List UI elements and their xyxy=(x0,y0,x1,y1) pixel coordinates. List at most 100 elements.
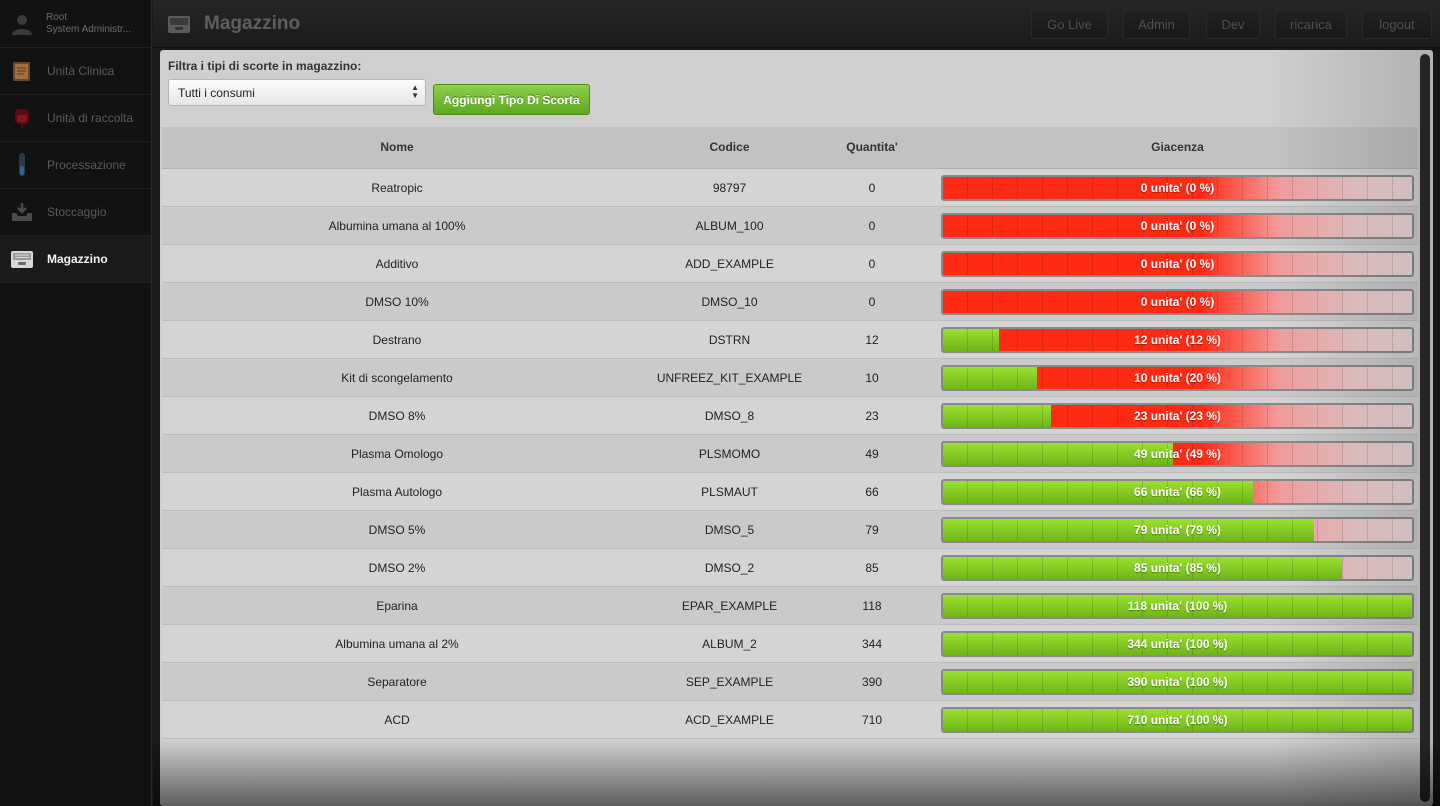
add-stock-type-button[interactable]: Aggiungi Tipo Di Scorta xyxy=(433,84,590,115)
cell-quantita: 85 xyxy=(865,561,879,575)
cell-codice: EPAR_EXAMPLE xyxy=(681,599,778,613)
sidebar-item-stoccaggio[interactable]: Stoccaggio xyxy=(0,189,151,236)
stock-level-bar: 12 unita' (12 %) xyxy=(941,327,1414,353)
filter-label: Filtra i tipi di scorte in magazzino: xyxy=(168,59,362,73)
go-live-button[interactable]: Go Live xyxy=(1031,9,1108,39)
cell-nome: Reatropic xyxy=(371,181,423,195)
select-arrows-icon: ▲ ▼ xyxy=(411,83,419,100)
stock-bar-label: 0 unita' (0 %) xyxy=(1140,295,1215,309)
table-row[interactable]: Albumina umana al 100% ALBUM_100 0 0 unita'… xyxy=(162,207,1418,245)
sidebar-item-unita-clinica[interactable]: Unità Clinica xyxy=(0,48,151,95)
stock-bar-label: 10 unita' (20 %) xyxy=(1134,371,1221,385)
cell-codice: DMSO_8 xyxy=(704,409,755,423)
user-info[interactable]: Root System Administr... xyxy=(0,0,151,48)
admin-button[interactable]: Admin xyxy=(1123,9,1190,39)
table-row[interactable]: Eparina EPAR_EXAMPLE 118 118 unita' (100 %) xyxy=(162,587,1418,625)
table-row[interactable]: Kit di scongelamento UNFREEZ_KIT_EXAMPLE 1… xyxy=(162,359,1418,397)
cell-nome: Separatore xyxy=(367,675,427,689)
stock-level-bar: 85 unita' (85 %) xyxy=(941,555,1414,581)
cell-codice: DMSO_10 xyxy=(701,295,758,309)
stock-level-bar: 66 unita' (66 %) xyxy=(941,479,1414,505)
stock-level-bar: 49 unita' (49 %) xyxy=(941,441,1414,467)
cell-nome: Albumina umana al 100% xyxy=(328,219,466,233)
sidebar-item-label: Magazzino xyxy=(47,252,108,266)
column-header-codice[interactable]: Codice xyxy=(632,140,827,154)
table-row[interactable]: DMSO 10% DMSO_10 0 0 unita' (0 %) xyxy=(162,283,1418,321)
sidebar: Root System Administr... Unità Clinica U… xyxy=(0,0,152,806)
sidebar-item-unita-di-raccolta[interactable]: Unità di raccolta xyxy=(0,95,151,142)
stock-bar-label: 118 unita' (100 %) xyxy=(1127,599,1228,613)
stock-level-bar: 10 unita' (20 %) xyxy=(941,365,1414,391)
cell-codice: ACD_EXAMPLE xyxy=(685,713,774,727)
sidebar-item-label: Unità di raccolta xyxy=(47,111,134,125)
vertical-scrollbar[interactable] xyxy=(1420,54,1430,802)
storage-tray-icon xyxy=(10,199,34,225)
cell-nome: ACD xyxy=(384,713,410,727)
table-row[interactable]: ACD ACD_EXAMPLE 710 710 unita' (100 %) xyxy=(162,701,1418,739)
column-header-quantita[interactable]: Quantita' xyxy=(827,140,917,154)
sidebar-item-label: Unità Clinica xyxy=(47,64,115,78)
dev-button[interactable]: Dev xyxy=(1206,9,1260,39)
cell-quantita: 0 xyxy=(868,219,876,233)
cell-codice: 98797 xyxy=(712,181,747,195)
table-row[interactable]: Destrano DSTRN 12 12 unita' (12 %) xyxy=(162,321,1418,359)
cell-nome: Additivo xyxy=(375,257,419,271)
filter-selected-value: Tutti i consumi xyxy=(178,86,255,100)
cell-quantita: 390 xyxy=(861,675,883,689)
column-header-nome[interactable]: Nome xyxy=(162,140,632,154)
cell-quantita: 710 xyxy=(861,713,883,727)
clinical-folder-icon xyxy=(10,58,34,84)
table-row[interactable]: DMSO 2% DMSO_2 85 85 unita' (85 %) xyxy=(162,549,1418,587)
page-title: Magazzino xyxy=(204,13,301,34)
table-row[interactable]: Plasma Autologo PLSMAUT 66 66 unita' (66 %) xyxy=(162,473,1418,511)
stock-level-bar: 344 unita' (100 %) xyxy=(941,631,1414,657)
main-panel: Filtra i tipi di scorte in magazzino: Tu… xyxy=(160,50,1433,806)
sidebar-item-label: Stoccaggio xyxy=(47,205,107,219)
stock-level-bar: 390 unita' (100 %) xyxy=(941,669,1414,695)
stock-bar-label: 0 unita' (0 %) xyxy=(1140,219,1215,233)
table-row[interactable]: Reatropic 98797 0 0 unita' (0 %) xyxy=(162,169,1418,207)
stock-bar-label: 66 unita' (66 %) xyxy=(1134,485,1221,499)
stock-level-bar: 118 unita' (100 %) xyxy=(941,593,1414,619)
stock-type-filter-select[interactable]: Tutti i consumi ▲ ▼ xyxy=(168,79,426,106)
table-row[interactable]: Plasma Omologo PLSMOMO 49 49 unita' (49 %) xyxy=(162,435,1418,473)
cell-quantita: 23 xyxy=(865,409,879,423)
logout-button[interactable]: logout xyxy=(1362,9,1432,39)
table-row[interactable]: DMSO 8% DMSO_8 23 23 unita' (23 %) xyxy=(162,397,1418,435)
cell-quantita: 0 xyxy=(868,257,876,271)
sidebar-item-processazione[interactable]: Processazione xyxy=(0,142,151,189)
stock-bar-label: 344 unita' (100 %) xyxy=(1127,637,1228,651)
cell-codice: SEP_EXAMPLE xyxy=(685,675,774,689)
cell-nome: Destrano xyxy=(372,333,422,347)
user-role: System Administr... xyxy=(46,23,132,35)
stock-level-bar: 0 unita' (0 %) xyxy=(941,251,1414,277)
warehouse-drawer-icon xyxy=(10,246,34,272)
test-tube-icon xyxy=(10,152,34,178)
cell-codice: ALBUM_2 xyxy=(702,637,757,651)
stock-bar-label: 0 unita' (0 %) xyxy=(1140,257,1215,271)
ricarica-button[interactable]: ricarica xyxy=(1275,9,1347,39)
cell-nome: DMSO 10% xyxy=(365,295,429,309)
stock-bar-label: 23 unita' (23 %) xyxy=(1134,409,1221,423)
cell-quantita: 12 xyxy=(865,333,879,347)
cell-codice: PLSMOMO xyxy=(698,447,761,461)
cell-nome: Plasma Autologo xyxy=(351,485,443,499)
cell-codice: ADD_EXAMPLE xyxy=(685,257,774,271)
cell-quantita: 0 xyxy=(868,295,876,309)
column-header-giacenza[interactable]: Giacenza xyxy=(941,140,1414,154)
table-row[interactable]: DMSO 5% DMSO_5 79 79 unita' (79 %) xyxy=(162,511,1418,549)
table-row[interactable]: Albumina umana al 2% ALBUM_2 344 344 unita'… xyxy=(162,625,1418,663)
stock-level-bar: 0 unita' (0 %) xyxy=(941,289,1414,315)
table-row[interactable]: Separatore SEP_EXAMPLE 390 390 unita' (100 … xyxy=(162,663,1418,701)
table-row[interactable]: Additivo ADD_EXAMPLE 0 0 unita' (0 %) xyxy=(162,245,1418,283)
cell-codice: UNFREEZ_KIT_EXAMPLE xyxy=(656,371,803,385)
warehouse-drawer-icon xyxy=(168,16,190,33)
cell-nome: DMSO 2% xyxy=(368,561,426,575)
cell-codice: DMSO_5 xyxy=(704,523,755,537)
cell-quantita: 66 xyxy=(865,485,879,499)
blood-bag-icon xyxy=(10,105,34,131)
cell-nome: DMSO 5% xyxy=(368,523,426,537)
stock-level-bar: 710 unita' (100 %) xyxy=(941,707,1414,733)
user-avatar-icon xyxy=(12,14,32,35)
sidebar-item-magazzino[interactable]: Magazzino xyxy=(0,236,151,283)
